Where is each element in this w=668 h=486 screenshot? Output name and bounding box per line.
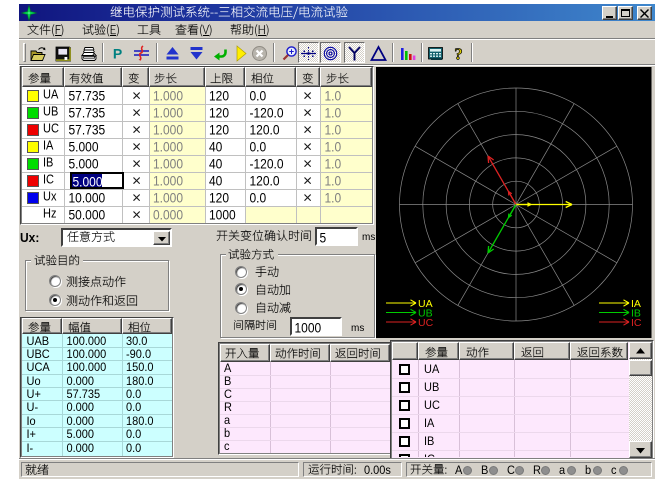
svg-text:+: + <box>289 47 294 57</box>
svg-text:?: ? <box>454 45 463 62</box>
svg-text:P: P <box>112 46 121 62</box>
svg-text:UC: UC <box>418 317 434 329</box>
svg-text:IC: IC <box>631 317 642 329</box>
